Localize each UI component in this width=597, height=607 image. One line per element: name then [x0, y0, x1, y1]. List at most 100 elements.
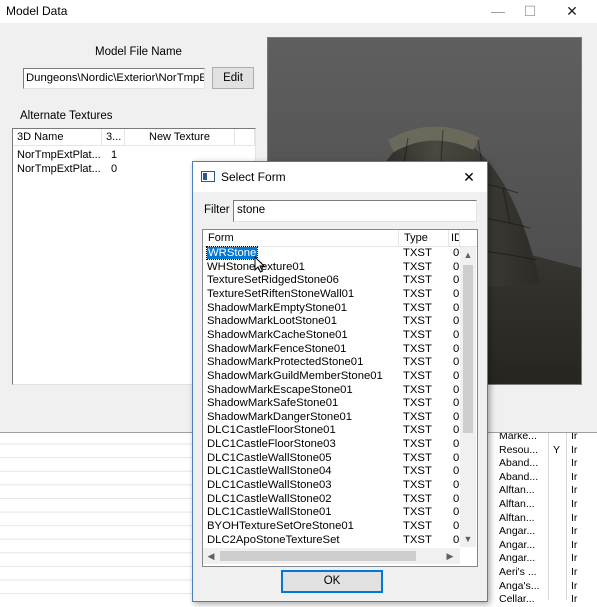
background-list-row: Anga's... Ir	[486, 580, 597, 594]
form-id: 0	[453, 383, 460, 396]
background-list-row: Aband... Ir	[486, 471, 597, 485]
form-id: 0	[453, 520, 460, 532]
form-list-row[interactable]: DLC1CastleWallStone01 TXST 0	[203, 506, 460, 520]
column-header-new-texture[interactable]: New Texture	[125, 129, 235, 146]
form-name-text: WRStone	[205, 246, 259, 260]
vertical-scrollbar[interactable]: ▲ ▼	[460, 247, 476, 547]
form-name: TextureSetRidgedStone06	[207, 274, 339, 288]
form-type: TXST	[403, 287, 432, 300]
vertical-scroll-thumb[interactable]	[463, 265, 473, 433]
form-list-row[interactable]: DLC1CastleWallStone05 TXST 0	[203, 452, 460, 466]
edit-button[interactable]: Edit	[212, 67, 254, 89]
form-id: 0	[453, 301, 460, 314]
model-data-title-bar[interactable]: Model Data — ☐ ✕	[0, 0, 597, 23]
filter-input[interactable]: stone	[233, 200, 477, 222]
background-list-cell: Alftan...	[499, 511, 535, 524]
form-type: TXST	[403, 383, 432, 396]
form-list-row[interactable]: ShadowMarkCacheStone01 TXST 0	[203, 329, 460, 343]
form-name-text: DLC2ApoStoneTextureSet	[207, 533, 340, 546]
form-name: DLC2ApoStoneTextureSet	[207, 534, 340, 548]
form-list[interactable]: Form Type ID WRStoneTXST0WHStoneTexture0…	[202, 229, 478, 567]
form-id: 0	[453, 533, 460, 546]
form-list-row[interactable]: ShadowMarkSafeStone01 TXST 0	[203, 397, 460, 411]
background-list-cell: Ir	[571, 525, 578, 538]
form-name-text: DLC1CastleWallStone02	[207, 492, 332, 505]
form-list-row[interactable]: DLC1CastleFloorStone01 TXST 0	[203, 424, 460, 438]
close-icon[interactable]: ✕	[457, 166, 481, 188]
form-type: TXST	[403, 328, 432, 341]
background-list-cell: Ir	[571, 457, 578, 470]
background-list-row: Alftan... Ir	[486, 512, 597, 526]
form-id: 0	[453, 356, 460, 369]
form-list-row[interactable]: WRStone TXST 0	[203, 246, 460, 261]
form-id: 0	[453, 247, 460, 259]
form-list-row[interactable]: DLC2ApoStoneTextureSet TXST 0	[203, 534, 460, 548]
background-list-cell: Ir	[571, 552, 578, 565]
form-list-row[interactable]: WHStoneTexture01TXST0	[203, 261, 460, 275]
background-list-cell: Alftan...	[499, 498, 535, 510]
form-id: 0	[453, 479, 460, 492]
form-list-row[interactable]: DLC1CastleWallStone03 TXST 0	[203, 479, 460, 493]
form-list-row[interactable]: ShadowMarkFenceStone01 TXST 0	[203, 343, 460, 357]
form-list-row[interactable]: TextureSetRiftenStoneWall01 TXST 0	[203, 288, 460, 302]
form-list-row[interactable]: ShadowMarkProtectedStone01 TXST 0	[203, 356, 460, 370]
form-type: TXST	[403, 342, 432, 355]
scroll-right-icon[interactable]: ▶	[442, 548, 458, 564]
background-list-row: Angar... Ir	[486, 552, 597, 566]
form-list-row[interactable]: ShadowMarkGuildMemberStone01 TXST 0	[203, 370, 460, 384]
form-list-row[interactable]: ShadowMarkLootStone01 TXST 0	[203, 315, 460, 329]
form-id: 0	[453, 506, 460, 519]
form-list-row[interactable]: DLC1CastleFloorStone03 TXST 0	[203, 438, 460, 452]
table-row[interactable]: NorTmpExtPlat... 1	[13, 148, 255, 162]
column-header-form[interactable]: Form	[203, 230, 399, 247]
form-name: ShadowMarkLootStone01	[207, 315, 337, 329]
model-file-name-field[interactable]: Dungeons\Nordic\Exterior\NorTmpE:	[23, 68, 205, 89]
form-name: WRStone	[205, 246, 259, 261]
column-header-index[interactable]: 3...	[102, 129, 125, 146]
form-name: ShadowMarkDangerStone01	[207, 411, 352, 425]
form-name: ShadowMarkEmptyStone01	[207, 302, 347, 316]
form-name-text: DLC1CastleWallStone03	[207, 479, 332, 492]
form-list-row[interactable]: DLC1CastleWallStone02 TXST 0	[203, 493, 460, 507]
form-name-text: DLC1CastleWallStone05	[207, 451, 332, 464]
form-type: TXST	[403, 465, 432, 478]
column-header-3d-name[interactable]: 3D Name	[13, 129, 102, 146]
scroll-up-icon[interactable]: ▲	[460, 247, 476, 263]
form-list-row[interactable]: ShadowMarkEmptyStone01 TXST 0	[203, 302, 460, 316]
column-header-id[interactable]: ID	[449, 230, 460, 247]
form-list-row[interactable]: BYOHTextureSetOreStone01 TXST 0	[203, 520, 460, 534]
horizontal-scroll-thumb[interactable]	[220, 551, 416, 561]
texture-3d-name: NorTmpExtPlat...	[17, 163, 101, 175]
form-type: TXST	[403, 492, 432, 505]
select-form-title-bar[interactable]: Select Form ✕	[193, 162, 487, 192]
form-type: TXST	[403, 274, 432, 287]
scroll-down-icon[interactable]: ▼	[460, 531, 476, 547]
form-id: 0	[453, 274, 460, 287]
close-button[interactable]: ✕	[552, 0, 592, 23]
form-list-row[interactable]: ShadowMarkEscapeStone01 TXST 0	[203, 384, 460, 398]
form-name-text: ShadowMarkEscapeStone01	[207, 383, 353, 396]
column-header-type[interactable]: Type	[399, 230, 449, 247]
form-list-row[interactable]: DLC1CastleWallStone04 TXST 0	[203, 465, 460, 479]
form-name: DLC1CastleFloorStone01	[207, 424, 336, 438]
form-name-text: DLC1CastleWallStone01	[207, 506, 332, 519]
form-list-row[interactable]: ShadowMarkDangerStone01 TXST 0	[203, 411, 460, 425]
scroll-left-icon[interactable]: ◀	[203, 548, 219, 564]
column-header-blank	[235, 129, 255, 146]
horizontal-scrollbar[interactable]: ◀ ▶	[203, 548, 460, 564]
form-name: ShadowMarkGuildMemberStone01	[207, 370, 383, 384]
form-type: TXST	[403, 397, 432, 410]
select-form-dialog: Select Form ✕ Filter stone Form Type ID …	[192, 161, 488, 602]
form-name-text: ShadowMarkSafeStone01	[207, 397, 339, 410]
maximize-button[interactable]: ☐	[510, 0, 550, 23]
form-name-text: DLC1CastleFloorStone03	[207, 438, 336, 451]
form-id: 0	[453, 342, 460, 355]
form-name-text: DLC1CastleWallStone04	[207, 465, 332, 478]
form-name: DLC1CastleWallStone02	[207, 493, 332, 507]
form-name: BYOHTextureSetOreStone01	[207, 520, 354, 534]
form-list-row[interactable]: TextureSetRidgedStone06 TXST 0	[203, 274, 460, 288]
background-list-row: Aband... Ir	[486, 457, 597, 471]
form-type: TXST	[403, 520, 432, 532]
ok-button[interactable]: OK	[281, 570, 383, 593]
background-list-cell: Angar...	[499, 525, 536, 538]
